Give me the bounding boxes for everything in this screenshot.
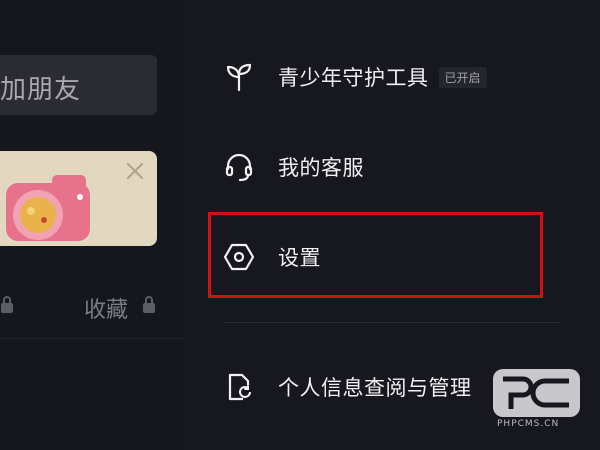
watermark-text: PHPCMS.CN <box>497 419 560 429</box>
document-refresh-icon <box>221 369 257 405</box>
camera-illustration <box>6 175 90 241</box>
headset-icon <box>221 149 257 185</box>
menu-item-customer-service[interactable]: 我的客服 <box>221 142 364 192</box>
promo-banner[interactable] <box>0 151 157 246</box>
menu-item-label: 设置 <box>278 246 321 270</box>
menu-item-personal-info[interactable]: 个人信息查阅与管理 <box>221 362 472 412</box>
settings-hexagon-icon <box>221 239 257 275</box>
add-friend-label: 加朋友 <box>0 75 82 105</box>
favorites-tab[interactable]: 收藏 <box>84 292 128 324</box>
status-badge: 已开启 <box>438 66 487 88</box>
menu-item-label: 青少年守护工具 <box>278 66 429 90</box>
divider <box>0 338 183 339</box>
sprout-icon <box>221 59 257 95</box>
menu-item-settings[interactable]: 设置 <box>221 232 321 282</box>
add-friend-button[interactable]: 加朋友 <box>0 55 157 115</box>
menu-item-label: 个人信息查阅与管理 <box>278 376 472 400</box>
divider <box>225 322 559 323</box>
background-profile-panel: 加朋友 收藏 <box>0 0 183 450</box>
menu-item-youth-protection[interactable]: 青少年守护工具 已开启 <box>221 52 487 102</box>
lock-icon <box>143 296 155 313</box>
watermark-logo <box>493 369 580 417</box>
menu-item-label: 我的客服 <box>278 156 364 180</box>
lock-icon <box>1 296 13 313</box>
close-icon[interactable] <box>125 161 145 181</box>
watermark: PHPCMS.CN <box>493 369 583 435</box>
